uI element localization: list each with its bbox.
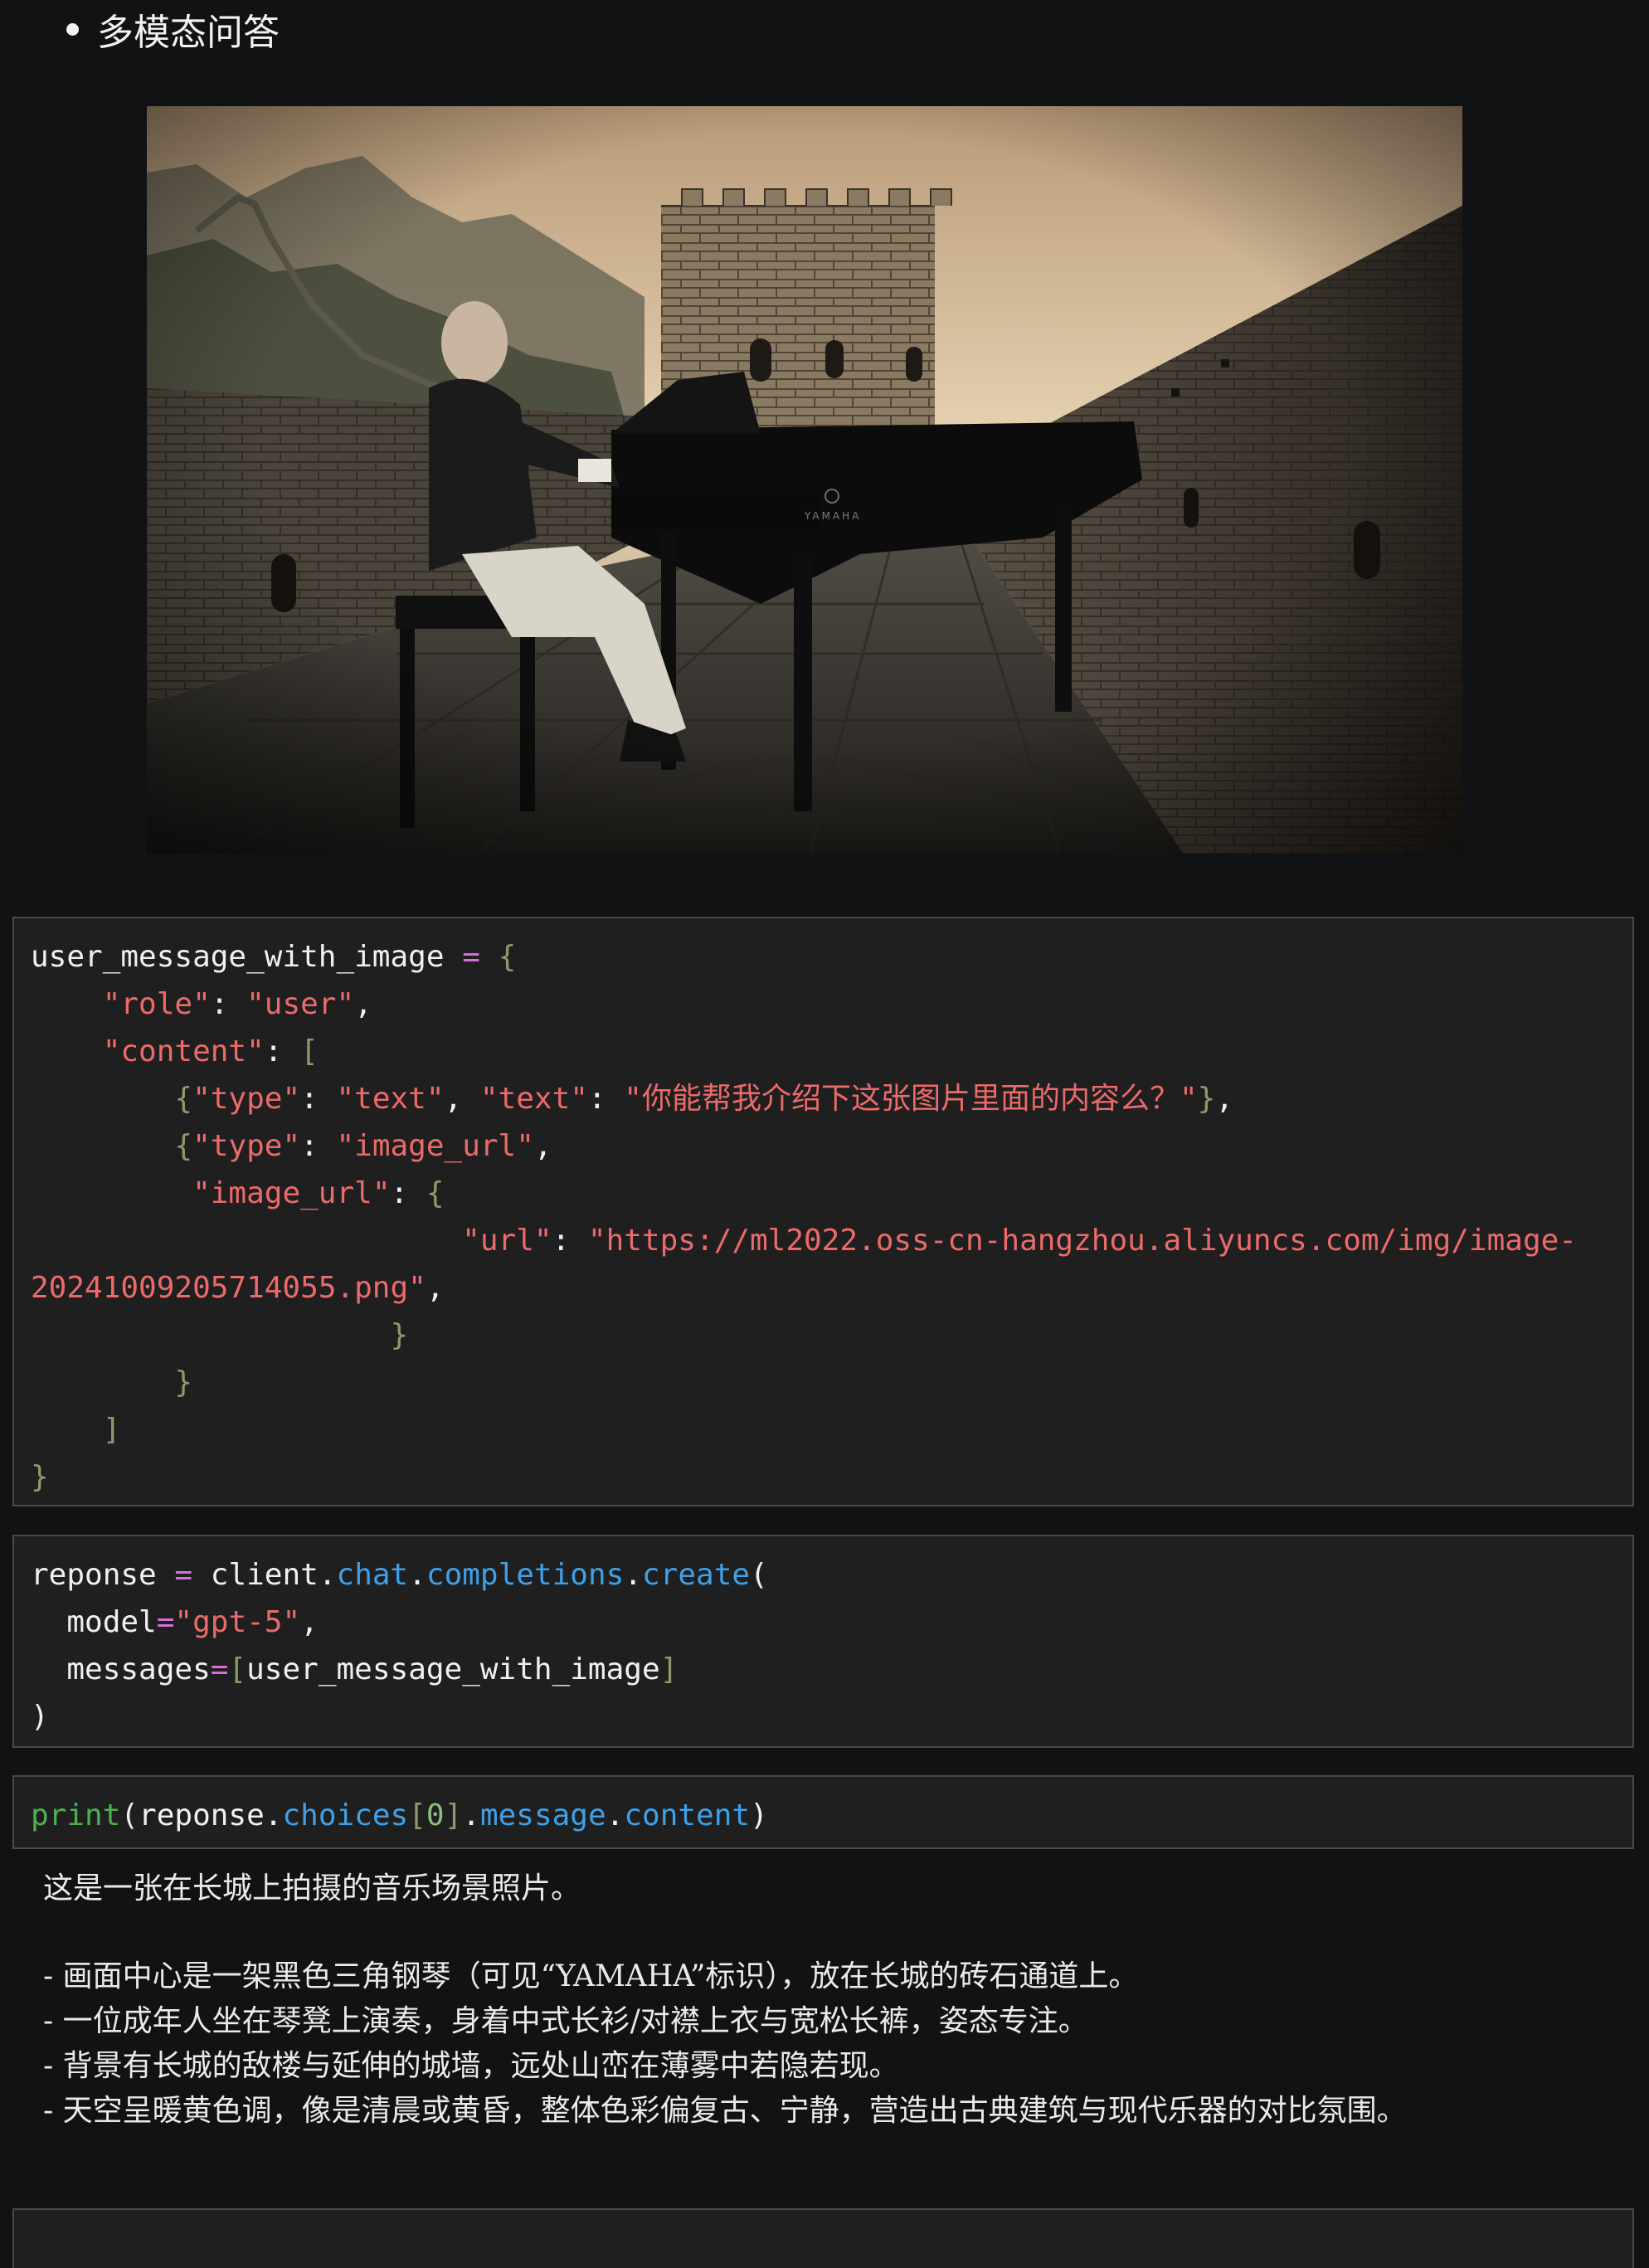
output-intro: 这是一张在长城上拍摄的音乐场景照片。 (43, 1871, 581, 1905)
brace: { (498, 940, 517, 974)
bracket: ] (659, 1652, 679, 1686)
bracket: [ (408, 1798, 426, 1832)
great-wall-piano-photo: YAMAHA (147, 106, 1462, 854)
bracket: ] (102, 1413, 121, 1447)
code-cell-empty[interactable] (12, 2208, 1634, 2268)
output-bullet: - 背景有长城的敌楼与延伸的城墙，远处山峦在薄雾中若隐若现。 (43, 2049, 899, 2083)
operator: = (156, 1605, 175, 1639)
string: "user" (246, 987, 355, 1021)
code-request: reponse = client.chat.completions.create… (31, 1558, 768, 1734)
bullet-icon (66, 22, 79, 36)
var-name: user_message_with_image (246, 1652, 660, 1686)
string: "type" (192, 1129, 301, 1163)
bracket: [ (300, 1034, 319, 1068)
string: "gpt-5" (174, 1605, 301, 1639)
code-cell-request[interactable]: reponse = client.chat.completions.create… (12, 1535, 1634, 1748)
section-heading: 多模态问答 (66, 0, 280, 58)
string: "text" (479, 1082, 588, 1116)
string: "url" (462, 1224, 552, 1258)
brace: { (174, 1129, 193, 1163)
attribute: chat (336, 1558, 409, 1592)
bracket: [ (228, 1652, 247, 1686)
string: "role" (102, 987, 211, 1021)
attribute: completions (426, 1558, 625, 1592)
brace: { (426, 1176, 445, 1210)
attribute: choices (282, 1798, 409, 1832)
attribute: create (642, 1558, 751, 1592)
attribute: message (479, 1798, 606, 1832)
string: "https://ml2022.oss-cn-hangzhou.aliyuncs… (587, 1224, 1577, 1258)
photo-illustration: YAMAHA (147, 106, 1462, 854)
brace: { (174, 1082, 193, 1116)
code-print: print(reponse.choices[0].message.content… (31, 1798, 768, 1832)
var-name: user_message_with_image (31, 940, 445, 974)
output-bullet: - 画面中心是一架黑色三角钢琴（可见“YAMAHA”标识），放在长城的砖石通道上… (43, 1959, 1139, 1993)
operator: = (210, 1652, 229, 1686)
string: 20241009205714055.png" (31, 1271, 426, 1305)
brace: } (1197, 1082, 1216, 1116)
string: "content" (102, 1034, 265, 1068)
string: "text" (336, 1082, 445, 1116)
builtin: print (31, 1798, 121, 1832)
output-bullet: - 一位成年人坐在琴凳上演奏，身着中式长衫/对襟上衣与宽松长裤，姿态专注。 (43, 2004, 1088, 2038)
string: "你能帮我介绍下这张图片里面的内容么？" (624, 1082, 1198, 1116)
heading-text: 多模态问答 (97, 12, 280, 54)
keyword-arg: model (66, 1605, 157, 1639)
string: "image_url" (336, 1129, 534, 1163)
brace: } (174, 1365, 193, 1399)
var-name: client (210, 1558, 319, 1592)
attribute: content (624, 1798, 751, 1832)
code-cell-message[interactable]: user_message_with_image = { "role": "use… (12, 917, 1634, 1506)
var-name: reponse (139, 1798, 265, 1832)
code-message: user_message_with_image = { "role": "use… (31, 940, 1577, 1494)
string: "type" (192, 1082, 301, 1116)
output-bullet: - 天空呈暖黄色调，像是清晨或黄昏，整体色彩偏复古、宁静，营造出古典建筑与现代乐… (43, 2094, 1407, 2128)
operator: = (174, 1558, 193, 1592)
brace: } (31, 1460, 49, 1494)
operator: = (462, 940, 480, 974)
string: "image_url" (192, 1176, 391, 1210)
cell-output: 这是一张在长城上拍摄的音乐场景照片。 - 画面中心是一架黑色三角钢琴（可见“YA… (43, 1866, 1619, 2134)
keyword-arg: messages (66, 1652, 211, 1686)
var-name: reponse (31, 1558, 157, 1592)
code-cell-print[interactable]: print(reponse.choices[0].message.content… (12, 1775, 1634, 1849)
number: 0 (426, 1798, 445, 1832)
brace: } (390, 1318, 409, 1352)
bracket: ] (444, 1798, 463, 1832)
